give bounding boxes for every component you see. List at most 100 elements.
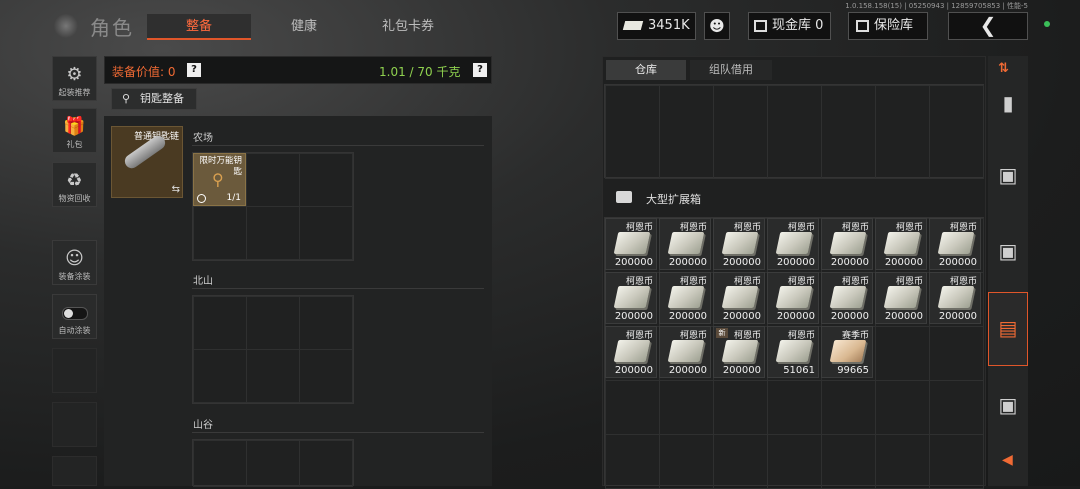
tab-team-borrow[interactable]: 组队借用: [690, 60, 772, 80]
weight-help-button[interactable]: ?: [473, 63, 487, 77]
banknote-stack-icon: [829, 232, 867, 254]
divider: [192, 288, 484, 289]
item-name: 柯恩币: [949, 277, 977, 287]
cash-item[interactable]: 柯恩币 200000: [929, 218, 981, 270]
item-amount: 200000: [884, 311, 923, 322]
item-name: 柯恩币: [733, 223, 761, 233]
equipment-paint-button[interactable]: ☺ 装备涂装: [52, 240, 97, 285]
ammo-icon[interactable]: ▮: [988, 68, 1028, 138]
loadout-recommend-button[interactable]: ⚙ 起装推荐: [52, 56, 97, 101]
container-box-icon: [616, 191, 632, 203]
safe-vault-button[interactable]: 保险库: [848, 12, 928, 40]
key-loadout-button[interactable]: ⚲ 钥匙整备: [111, 88, 197, 110]
helmet-gear-icon: ⚙: [66, 64, 83, 85]
section-label: 山谷: [193, 420, 213, 431]
cash-item[interactable]: 柯恩币 200000: [929, 272, 981, 324]
item-amount: 200000: [938, 311, 977, 322]
item-name: 柯恩币: [841, 277, 869, 287]
equipment-value: 装备价值: 0: [112, 65, 176, 79]
item-amount: 200000: [614, 257, 653, 268]
recycle-icon: ♻: [66, 170, 83, 191]
season-coin-icon: [829, 340, 867, 362]
cash-item[interactable]: 柯恩币 200000: [767, 218, 819, 270]
key-icon: ⚲: [122, 92, 131, 105]
season-coin-item[interactable]: 赛季币 99665: [821, 326, 873, 378]
item-name: 柯恩币: [625, 277, 653, 287]
banknote-stack-icon: [883, 232, 921, 254]
cash-item[interactable]: 柯恩币 200000: [605, 218, 657, 270]
item-amount: 200000: [938, 257, 977, 268]
item-name: 柯恩币: [895, 277, 923, 287]
paint-mask-icon: ☺: [65, 248, 84, 269]
tab-gift-vouchers[interactable]: 礼包卡券: [360, 14, 456, 40]
cash-item[interactable]: 柯恩币 200000: [713, 218, 765, 270]
cash-item[interactable]: 柯恩币 200000: [875, 272, 927, 324]
equipment-header: 装备价值: 0 ? 1.01 / 70 千克 ?: [104, 56, 492, 84]
value-help-button[interactable]: ?: [187, 63, 201, 77]
keychain-item[interactable]: 普通钥匙链 ⇆: [111, 126, 183, 198]
box-icon[interactable]: ▣: [988, 216, 1028, 286]
cash-item[interactable]: 柯恩币 200000: [767, 272, 819, 324]
supply-recycle-button[interactable]: ♻ 物资回收: [52, 162, 97, 207]
tab-health[interactable]: 健康: [260, 14, 348, 40]
cash-item[interactable]: 柯恩币 200000: [605, 272, 657, 324]
box-icon[interactable]: ▣: [988, 370, 1028, 440]
item-name: 柯恩币: [895, 223, 923, 233]
container-title: 大型扩展箱: [646, 193, 701, 206]
cash-item[interactable]: 柯恩币 200000: [659, 218, 711, 270]
version-info: 1.0.158.158(15) | 05250943 | 12859705853…: [845, 2, 1028, 10]
key-grid-valley: [192, 439, 354, 487]
banknote-stack-icon: [613, 286, 651, 308]
divider: [192, 432, 484, 433]
large-container-tab[interactable]: ▤: [988, 292, 1028, 366]
weight-display: 1.01 / 70 千克: [379, 65, 461, 79]
empty-slot: [52, 348, 97, 393]
item-name: 柯恩币: [787, 277, 815, 287]
cash-item[interactable]: 柯恩币 200000: [605, 326, 657, 378]
swap-icon[interactable]: ⇆: [172, 184, 180, 195]
banknote-stack-icon: [775, 232, 813, 254]
status-dot: [1044, 21, 1050, 27]
cash-item[interactable]: 柯恩币 200000: [875, 218, 927, 270]
item-amount: 200000: [884, 257, 923, 268]
warehouse-grid: [604, 84, 984, 179]
item-name: 柯恩币: [733, 331, 761, 341]
item-name: 柯恩币: [787, 331, 815, 341]
item-amount: 200000: [722, 365, 761, 376]
item-name: 柯恩币: [787, 223, 815, 233]
section-label: 农场: [193, 133, 213, 144]
cash-item[interactable]: 柯恩币 200000: [659, 272, 711, 324]
cash-item[interactable]: 柯恩币 200000: [659, 326, 711, 378]
item-amount: 200000: [722, 311, 761, 322]
money-display[interactable]: 3451K: [617, 12, 696, 40]
tab-warehouse[interactable]: 仓库: [606, 60, 686, 80]
cash-item[interactable]: 柯恩币 200000: [821, 218, 873, 270]
divider: [192, 145, 484, 146]
universal-key-item[interactable]: 限时万能钥匙 ⚲ 1/1: [193, 153, 246, 206]
cash-item[interactable]: 柯恩币 200000: [821, 272, 873, 324]
cash-item[interactable]: 柯恩币 200000 新: [713, 326, 765, 378]
item-amount: 200000: [614, 311, 653, 322]
back-button[interactable]: ❮: [948, 12, 1028, 40]
box-icon[interactable]: ▣: [988, 140, 1028, 210]
toggle-icon: [61, 301, 88, 325]
auto-paint-toggle[interactable]: 自动涂装: [52, 294, 97, 339]
item-amount: 99665: [837, 365, 869, 376]
cash-item[interactable]: 柯恩币 51061: [767, 326, 819, 378]
banknote-stack-icon: [937, 286, 975, 308]
banknote-stack-icon: [721, 286, 759, 308]
character-avatar-icon[interactable]: ☻: [704, 12, 730, 40]
gift-button[interactable]: 🎁 礼包: [52, 108, 97, 153]
collapse-left-icon[interactable]: ◀: [1002, 452, 1013, 468]
timer-icon: [197, 194, 206, 203]
item-amount: 200000: [830, 257, 869, 268]
section-label: 北山: [193, 276, 213, 287]
item-name: 柯恩币: [625, 331, 653, 341]
cash-item[interactable]: 柯恩币 200000: [713, 272, 765, 324]
item-name: 柯恩币: [679, 223, 707, 233]
cash-vault-button[interactable]: 现金库 0: [748, 12, 831, 40]
gift-icon: 🎁: [63, 116, 86, 137]
page-title: 角色: [90, 16, 134, 40]
tab-loadout[interactable]: 整备: [147, 14, 251, 40]
banknote-stack-icon: [829, 286, 867, 308]
